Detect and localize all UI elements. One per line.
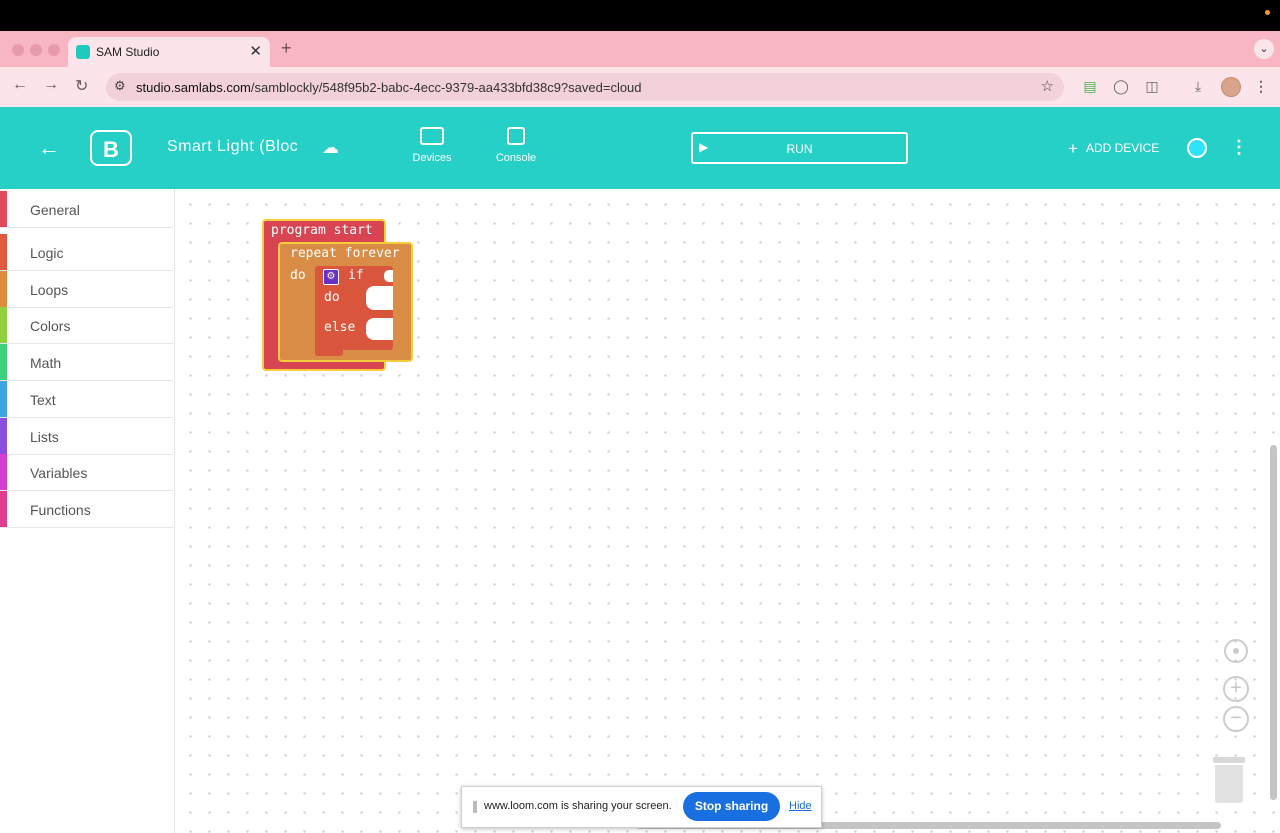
recording-indicator-icon — [1265, 10, 1270, 15]
zoom-in-icon[interactable]: + — [1223, 676, 1249, 702]
category-lists[interactable]: Lists — [0, 418, 173, 455]
run-button[interactable]: ▶ RUN — [691, 132, 908, 164]
site-settings-icon[interactable]: ⚙ — [114, 78, 126, 94]
category-color-bar — [0, 491, 7, 527]
more-options-icon[interactable]: ⋮ — [1230, 137, 1248, 158]
app-header: ← B Smart Light (Blocks) ☁ Devices Conso… — [0, 107, 1280, 189]
connection-status-indicator[interactable] — [1187, 138, 1207, 158]
if-block-foot — [315, 340, 343, 356]
trash-lid — [1213, 757, 1245, 763]
category-logic[interactable]: Logic — [0, 234, 173, 271]
category-label: Colors — [30, 318, 71, 334]
category-color-bar — [0, 307, 7, 343]
url-text[interactable]: studio.samlabs.com/samblockly/548f95b2-b… — [136, 80, 642, 95]
recenter-icon[interactable] — [1224, 639, 1248, 663]
mutator-gear-icon[interactable]: ⚙ — [323, 269, 339, 285]
zoom-out-icon[interactable]: − — [1223, 706, 1249, 732]
category-label: General — [30, 202, 80, 218]
program-start-label: program start — [271, 223, 373, 238]
window-zoom-dot[interactable] — [48, 44, 60, 56]
plus-icon: + — [1068, 139, 1078, 158]
vertical-scrollbar[interactable] — [1270, 445, 1277, 800]
address-bar[interactable]: ⚙ studio.samlabs.com/samblockly/548f95b2… — [106, 73, 1064, 101]
reload-icon[interactable]: ↻ — [75, 76, 88, 96]
if-else-notch — [366, 318, 393, 340]
category-variables[interactable]: Variables — [0, 454, 173, 491]
sync-extension-icon[interactable]: ◯ — [1112, 77, 1130, 95]
devices-icon — [420, 127, 444, 145]
new-tab-button[interactable]: + — [281, 38, 292, 59]
window-minimize-dot[interactable] — [30, 44, 42, 56]
console-icon — [507, 127, 525, 145]
browser-tab[interactable]: SAM Studio ✕ — [68, 37, 270, 67]
category-color-bar — [0, 234, 7, 270]
puzzle-extensions-icon[interactable]: ◫ — [1143, 77, 1161, 95]
category-colors[interactable]: Colors — [0, 307, 173, 344]
browser-tab-strip: SAM Studio ✕ + ⌄ — [0, 31, 1280, 67]
download-icon[interactable]: ⤓ — [1189, 77, 1207, 95]
category-label: Math — [30, 355, 62, 371]
forward-arrow-icon[interactable]: → — [43, 76, 59, 94]
category-color-bar — [0, 344, 7, 380]
category-functions[interactable]: Functions — [0, 491, 173, 528]
category-label: Lists — [30, 429, 59, 445]
if-else-label: else — [324, 320, 356, 335]
repeat-forever-label: repeat forever — [290, 246, 400, 261]
project-title[interactable]: Smart Light (Blocks) — [167, 138, 297, 156]
category-text[interactable]: Text — [0, 381, 173, 418]
nav-console[interactable]: Console — [481, 127, 551, 164]
category-label: Functions — [30, 502, 91, 518]
url-path: /samblockly/548f95b2-babc-4ecc-9379-aa43… — [250, 80, 642, 95]
add-device-label: ADD DEVICE — [1085, 141, 1160, 155]
nav-devices-label: Devices — [412, 152, 452, 164]
sam-blocks-logo-icon: B — [90, 130, 132, 166]
category-label: Variables — [30, 465, 88, 481]
back-arrow-icon[interactable]: ← — [12, 76, 28, 94]
nav-console-label: Console — [495, 152, 537, 164]
block-category-sidebar: General Logic Loops Colors Math Text Lis… — [0, 189, 175, 833]
tab-title: SAM Studio — [96, 45, 160, 59]
sam-favicon-icon — [76, 45, 90, 59]
category-color-bar — [0, 454, 7, 490]
category-color-bar — [0, 191, 7, 227]
cloud-save-icon[interactable]: ☁ — [322, 138, 339, 158]
screen-sharing-banner: ❚ www.loom.com is sharing your screen. S… — [461, 786, 822, 828]
category-label: Text — [30, 392, 56, 408]
category-label: Loops — [30, 282, 69, 298]
browser-menu-icon[interactable]: ⋮ — [1252, 77, 1270, 95]
category-label: Logic — [30, 245, 64, 261]
url-host: studio.samlabs.com — [136, 80, 251, 95]
run-label: RUN — [786, 142, 813, 156]
extension-icon[interactable]: ▤ — [1081, 77, 1099, 95]
repeat-do-label: do — [290, 268, 306, 283]
category-math[interactable]: Math — [0, 344, 173, 381]
stop-sharing-button[interactable]: Stop sharing — [683, 792, 780, 821]
browser-toolbar: ← → ↻ ⚙ studio.samlabs.com/samblockly/54… — [0, 67, 1280, 107]
trash-can-icon[interactable] — [1213, 757, 1245, 803]
os-menu-bar — [0, 0, 1280, 31]
if-do-label: do — [324, 290, 340, 305]
category-color-bar — [0, 418, 7, 454]
if-label: if — [348, 268, 364, 283]
category-color-bar — [0, 381, 7, 417]
bookmark-star-icon[interactable]: ☆ — [1041, 77, 1054, 95]
tab-close-icon[interactable]: ✕ — [249, 42, 262, 60]
category-color-bar — [0, 271, 7, 307]
sharing-message: www.loom.com is sharing your screen. — [484, 800, 672, 812]
if-condition-socket[interactable] — [384, 270, 393, 282]
category-general[interactable]: General — [0, 191, 173, 228]
back-arrow-icon[interactable]: ← — [38, 135, 60, 161]
category-loops[interactable]: Loops — [0, 271, 173, 308]
if-do-notch — [366, 286, 393, 310]
trash-body — [1215, 765, 1243, 803]
profile-avatar[interactable] — [1221, 77, 1241, 97]
window-close-dot[interactable] — [12, 44, 24, 56]
hide-link[interactable]: Hide — [789, 800, 812, 812]
nav-devices[interactable]: Devices — [397, 127, 467, 164]
add-device-button[interactable]: + ADD DEVICE — [1068, 139, 1159, 159]
tab-search-chevron-icon[interactable]: ⌄ — [1254, 39, 1274, 59]
drag-handle-icon[interactable]: ❚ — [470, 799, 480, 813]
